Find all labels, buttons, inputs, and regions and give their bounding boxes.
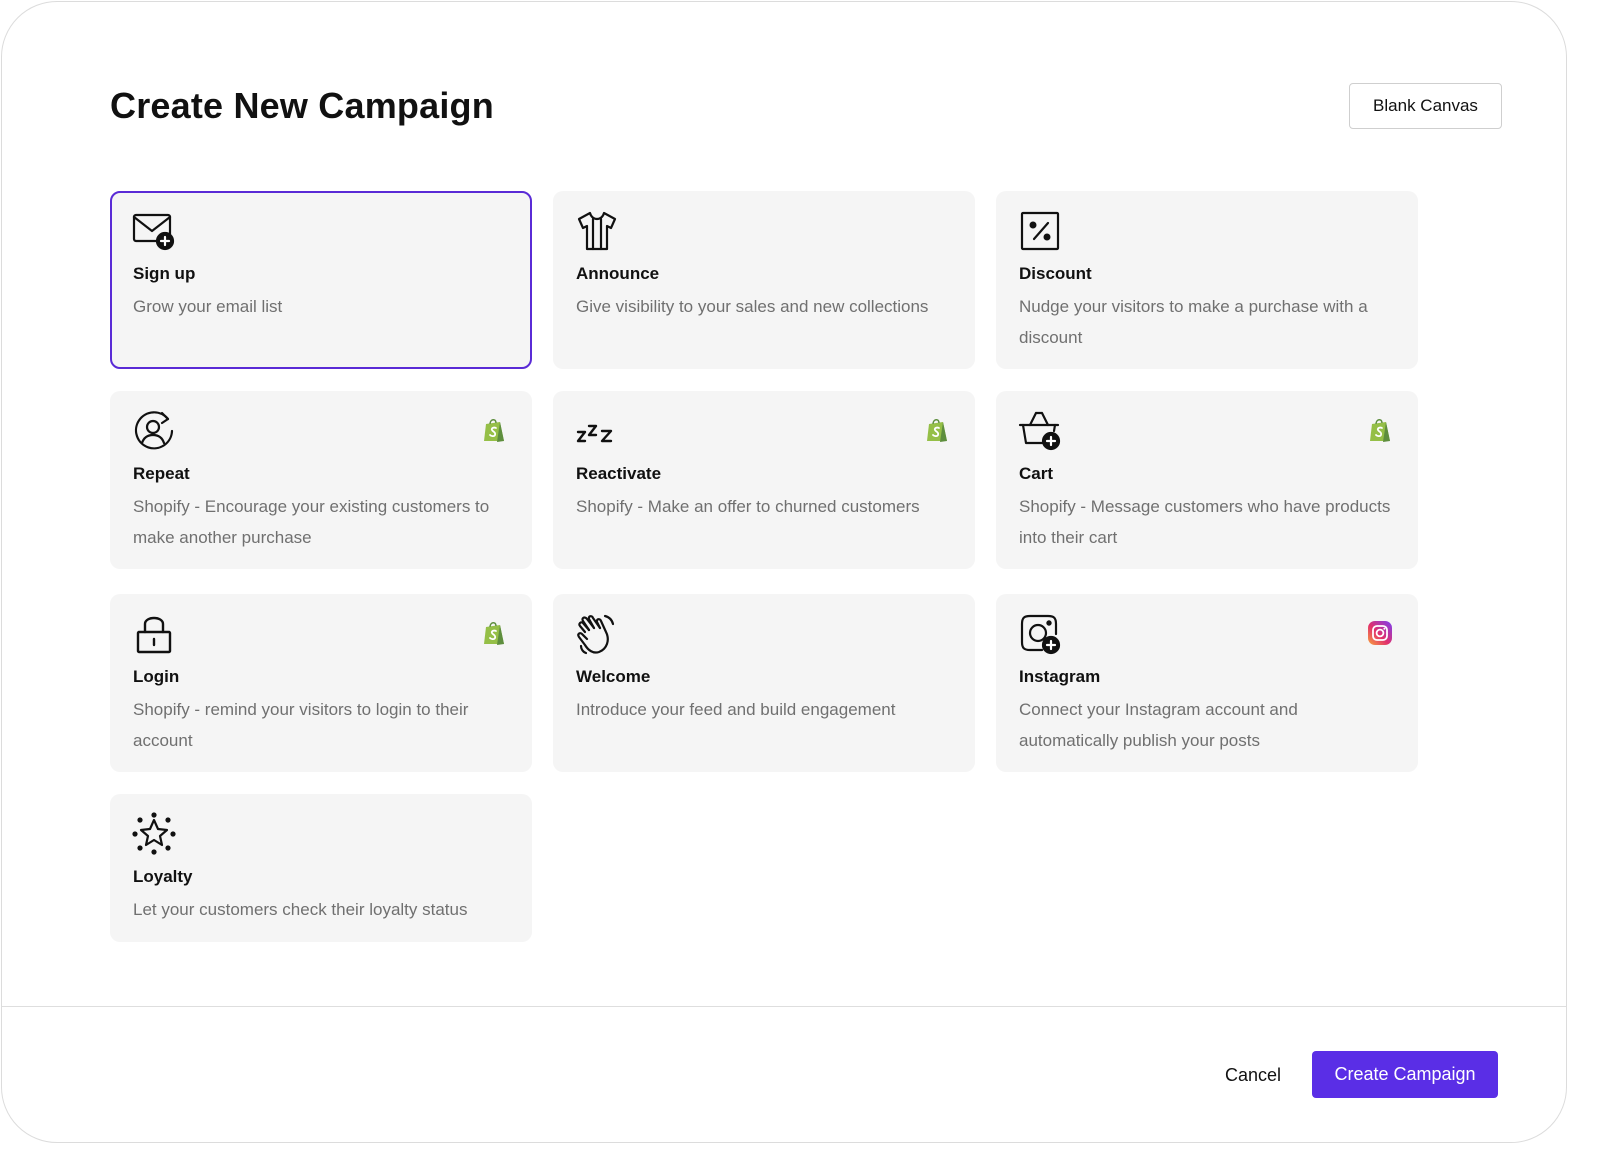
card-title: Cart: [1019, 464, 1054, 483]
card-title: Reactivate: [576, 464, 662, 483]
envelope-plus-icon: [132, 209, 176, 253]
tshirt-icon: [575, 209, 619, 253]
card-description: Let your customers check their loyalty s…: [133, 900, 468, 919]
card-description: Give visibility to your sales and new co…: [576, 297, 929, 316]
shopify-icon: [925, 417, 949, 443]
card-title: Sign up: [133, 264, 196, 283]
card-title: Loyalty: [133, 867, 193, 886]
card-title: Repeat: [133, 464, 190, 483]
footer-divider: [2, 1006, 1566, 1007]
card-login[interactable]: Login Shopify - remind your visitors to …: [110, 594, 532, 772]
card-instagram[interactable]: Instagram Connect your Instagram account…: [996, 594, 1418, 772]
basket-plus-icon: [1018, 409, 1062, 453]
card-description: Connect your Instagram account and autom…: [1019, 700, 1298, 750]
card-announce[interactable]: Announce Give visibility to your sales a…: [553, 191, 975, 369]
card-loyalty[interactable]: Loyalty Let your customers check their l…: [110, 794, 532, 942]
card-welcome[interactable]: Welcome Introduce your feed and build en…: [553, 594, 975, 772]
instagram-plus-icon: [1018, 612, 1062, 656]
star-sparkle-icon: [132, 812, 176, 856]
card-title: Welcome: [576, 667, 651, 686]
instagram-icon: [1368, 620, 1392, 646]
user-refresh-icon: [132, 409, 176, 453]
card-signup[interactable]: Sign up Grow your email list: [110, 191, 532, 369]
create-campaign-modal: Create New Campaign Blank Canvas Sign up…: [1, 1, 1567, 1143]
card-description: Shopify - Make an offer to churned custo…: [576, 497, 920, 516]
padlock-icon: [132, 612, 176, 656]
page-title: Create New Campaign: [110, 85, 494, 126]
cancel-button[interactable]: Cancel: [1207, 1052, 1299, 1098]
card-title: Instagram: [1019, 667, 1101, 686]
card-title: Login: [133, 667, 180, 686]
card-discount[interactable]: Discount Nudge your visitors to make a p…: [996, 191, 1418, 369]
shopify-icon: [1368, 417, 1392, 443]
waving-hand-icon: [575, 612, 619, 656]
card-description: Shopify - Encourage your existing custom…: [133, 497, 490, 547]
card-description: Shopify - remind your visitors to login …: [133, 700, 469, 750]
shopify-icon: [482, 417, 506, 443]
card-description: Shopify - Message customers who have pro…: [1019, 497, 1391, 547]
sleep-zzz-icon: [575, 409, 619, 453]
card-title: Announce: [576, 264, 660, 283]
percent-tag-icon: [1018, 209, 1062, 253]
card-title: Discount: [1019, 264, 1092, 283]
card-repeat[interactable]: Repeat Shopify - Encourage your existing…: [110, 391, 532, 569]
card-reactivate[interactable]: Reactivate Shopify - Make an offer to ch…: [553, 391, 975, 569]
card-description: Grow your email list: [133, 297, 283, 316]
card-cart[interactable]: Cart Shopify - Message customers who hav…: [996, 391, 1418, 569]
create-campaign-button[interactable]: Create Campaign: [1312, 1051, 1498, 1098]
shopify-icon: [482, 620, 506, 646]
card-description: Nudge your visitors to make a purchase w…: [1019, 297, 1368, 347]
card-description: Introduce your feed and build engagement: [576, 700, 896, 719]
blank-canvas-button[interactable]: Blank Canvas: [1349, 83, 1502, 129]
